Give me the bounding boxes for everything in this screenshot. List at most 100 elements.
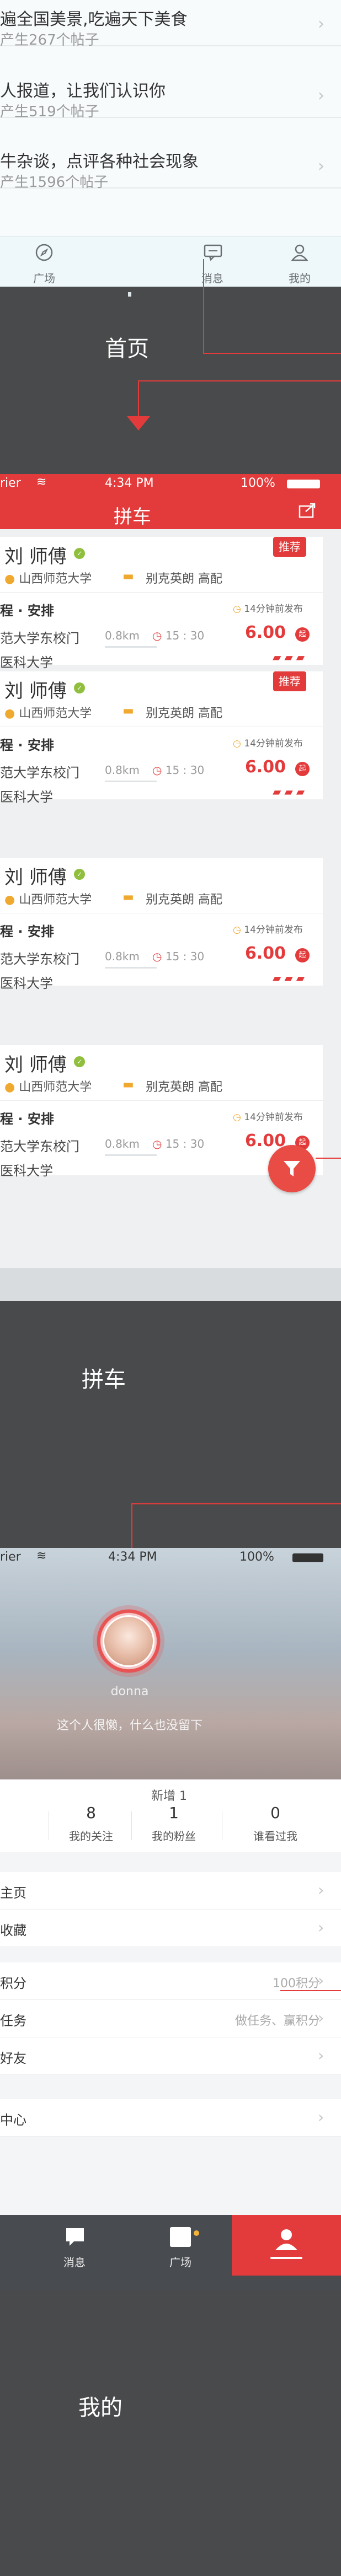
trip-distance: 0.8km: [105, 763, 140, 777]
driver-name: 刘 师傅: [4, 546, 67, 568]
carpool-screen: rier ≋ 4:34 PM 100% 拼车 刘 师傅 ✓ 推荐 ● 山西师范大…: [0, 474, 341, 1301]
price: 6.00: [245, 944, 286, 963]
publish-time: ◷ 14分钟前发布: [233, 1112, 303, 1123]
wifi-icon: ≋: [36, 1549, 47, 1563]
route-line: [105, 646, 157, 648]
share-icon[interactable]: [298, 502, 317, 519]
car-model: 别克英朗 高配: [146, 1080, 222, 1094]
page-title: 拼车: [114, 506, 151, 528]
filter-button[interactable]: [268, 1145, 316, 1192]
menu-row-home[interactable]: 主页 ›: [0, 1872, 341, 1910]
divider: [131, 1811, 132, 1840]
clock-icon: ◷: [233, 604, 241, 615]
publish-time: ◷ 14分钟前发布: [233, 738, 303, 749]
location-pin-icon: ●: [4, 1080, 15, 1094]
school-text: ● 山西师范大学: [4, 1080, 92, 1094]
stats-panel: 新增 1 8 我的关注 1 我的粉丝 0 谁看过我: [0, 1779, 341, 1852]
car-icon: ▬: [122, 890, 134, 904]
menu-row-points[interactable]: 积分 100积分 ›: [0, 1962, 341, 2000]
verified-icon: ✓: [74, 548, 85, 559]
trip-to: 医科大学: [0, 789, 53, 805]
tab-label: 广场: [169, 2256, 191, 2269]
battery-icon: [292, 1553, 323, 1562]
trip-time: ◷ 15 : 30: [152, 1137, 205, 1150]
battery-text: 100%: [241, 476, 275, 490]
topic-row-3[interactable]: 牛杂谈，点评各种社会现象 产生1596个帖子 ›: [0, 142, 341, 191]
clock-icon: ◷: [152, 950, 162, 963]
menu-row-favorites[interactable]: 收藏 ›: [0, 1910, 341, 1947]
tab-square[interactable]: 广场: [19, 239, 69, 286]
connector-line: [138, 380, 341, 381]
section-caption-home: 首页: [105, 336, 149, 362]
featured-badge: 推荐: [273, 537, 306, 557]
car-model: 别克英朗 高配: [146, 572, 222, 586]
trip-distance: 0.8km: [105, 1137, 140, 1150]
carrier-text: rier: [0, 476, 21, 490]
chevron-right-icon: ›: [318, 2108, 324, 2126]
carpool-card[interactable]: 刘 师傅 ✓ 推荐 ● 山西师范大学 ▬ 别克英朗 高配 程 · 安排 ◷ 14…: [0, 537, 323, 670]
car-icon: ▬: [122, 704, 134, 718]
tab-label: 消息: [201, 272, 223, 285]
verified-icon: ✓: [74, 1056, 85, 1067]
active-indicator: [270, 2257, 302, 2259]
driver-name: 刘 师傅: [4, 867, 67, 889]
car-icon: ▬: [122, 1078, 134, 1091]
connector-line: [280, 1990, 341, 1991]
tab-messages[interactable]: 消息: [22, 2215, 127, 2276]
home-screen: 遍全国美景,吃遍天下美食 产生267个帖子 › 人报道，让我们认识你 产生519…: [0, 0, 341, 287]
chat-icon: [204, 244, 222, 261]
trip-from: 范大学东校门: [0, 1139, 79, 1154]
stat-following[interactable]: 8 我的关注: [50, 1804, 132, 1843]
school-text: ● 山西师范大学: [4, 893, 92, 907]
tab-messages[interactable]: 消息: [188, 239, 237, 286]
trip-time: ◷ 15 : 30: [152, 629, 205, 642]
trip-time: ◷ 15 : 30: [152, 763, 205, 777]
location-pin-icon: ●: [4, 707, 15, 720]
car-model: 别克英朗 高配: [146, 707, 222, 720]
school-text: ● 山西师范大学: [4, 707, 92, 720]
trip-label: 程 · 安排: [0, 738, 54, 753]
topic-row-1[interactable]: 遍全国美景,吃遍天下美食 产生267个帖子 ›: [0, 0, 341, 49]
topic-count: 产生1596个帖子: [0, 174, 109, 191]
route-line: [105, 1154, 157, 1156]
carpool-card[interactable]: 刘 师傅 ✓ 推荐 ● 山西师范大学 ▬ 别克英朗 高配 程 · 安排 ◷ 14…: [0, 671, 323, 805]
chevron-right-icon: ›: [318, 2009, 324, 2027]
carpool-card[interactable]: 刘 师傅 ✓ ● 山西师范大学 ▬ 别克英朗 高配 程 · 安排 ◷ 14分钟前…: [0, 858, 323, 991]
carrier-text: rier: [0, 1550, 21, 1564]
tab-mine[interactable]: [232, 2215, 341, 2276]
square-icon: [170, 2227, 191, 2247]
menu-row-center[interactable]: 中心 ›: [0, 2099, 341, 2137]
stat-fans[interactable]: 1 我的粉丝: [132, 1804, 215, 1843]
status-bar: rier ≋ 4:34 PM 100%: [0, 474, 341, 493]
nav-bar: 拼车: [0, 493, 341, 529]
chevron-right-icon: ›: [318, 86, 324, 105]
stat-value: 8: [86, 1804, 96, 1822]
chevron-right-icon: ›: [318, 1918, 324, 1937]
tab-label: 消息: [63, 2256, 86, 2269]
menu-row-tasks[interactable]: 任务 做任务、赢积分 ›: [0, 2000, 341, 2037]
trip-time: ◷ 15 : 30: [152, 950, 205, 963]
profile-header: [0, 1548, 341, 1779]
seat-icons: ▰▰▰: [273, 971, 308, 985]
clock-icon: ◷: [152, 763, 162, 777]
connector-line: [316, 1158, 341, 1159]
mine-screen: rier ≋ 4:34 PM 100% donna 这个人很懒，什么也没留下 新…: [0, 1548, 341, 2290]
person-icon: [275, 2229, 297, 2250]
car-model: 别克英朗 高配: [146, 893, 222, 907]
avatar[interactable]: [103, 1615, 154, 1667]
filter-icon: [284, 1161, 300, 1176]
connector-line: [203, 259, 204, 354]
tab-square[interactable]: 广场: [128, 2215, 233, 2276]
trip-from: 范大学东校门: [0, 765, 79, 781]
topic-row-2[interactable]: 人报道，让我们认识你 产生519个帖子 ›: [0, 72, 341, 120]
tab-mine[interactable]: 我的: [275, 239, 324, 286]
route-line: [105, 967, 157, 969]
chevron-right-icon: ›: [318, 14, 324, 34]
stat-visitors[interactable]: 0 谁看过我: [234, 1804, 317, 1843]
bottom-shadow: [0, 1268, 341, 1301]
person-icon: [291, 244, 308, 261]
menu-row-friends[interactable]: 好友 ›: [0, 2037, 341, 2075]
trip-label: 程 · 安排: [0, 1111, 54, 1127]
topic-count: 产生519个帖子: [0, 104, 99, 120]
location-pin-icon: ●: [4, 572, 15, 586]
